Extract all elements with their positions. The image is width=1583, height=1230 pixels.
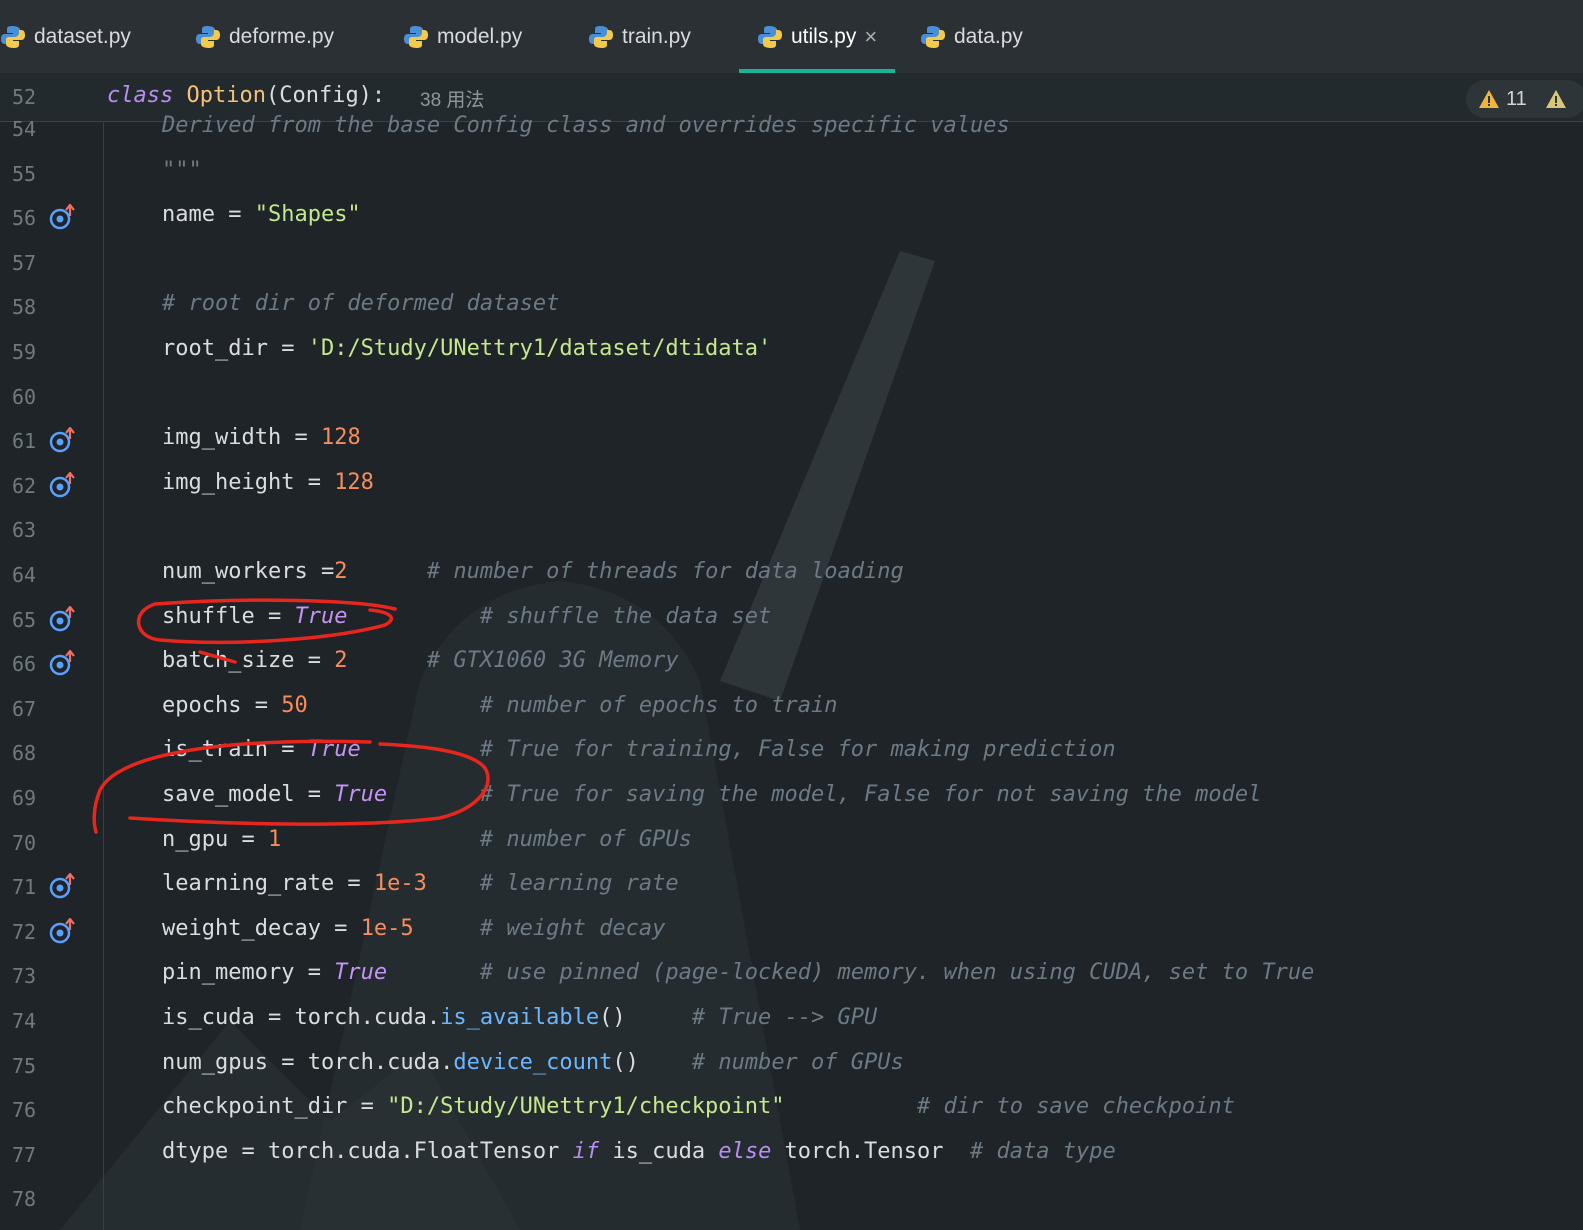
annotation-overlay: [92, 598, 490, 834]
editor-window: { "tabs": [ {"label": "dataset.py", "act…: [0, 0, 1583, 1230]
annotation-circle-save-model: [92, 739, 490, 834]
annotation-circle-shuffle: [136, 598, 397, 664]
